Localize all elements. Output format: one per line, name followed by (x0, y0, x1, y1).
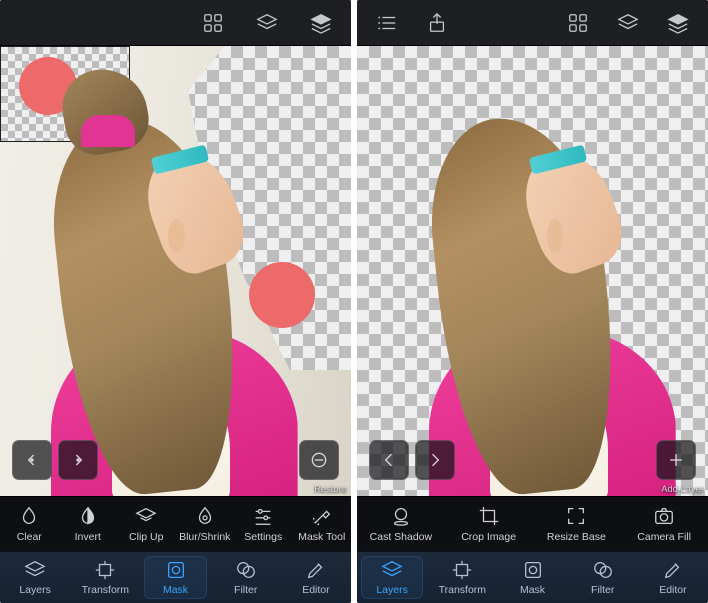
tab-label: Filter (591, 584, 614, 596)
stack-filled-icon[interactable] (309, 11, 333, 35)
stack-outline-icon[interactable] (616, 11, 640, 35)
left-toolrow: Clear Invert Clip Up Blur/Shrink Setting… (0, 496, 351, 551)
photo-subject (406, 91, 687, 496)
right-tabbar: Layers Transform Mask Filter Editor (357, 551, 708, 603)
tab-editor[interactable]: Editor (281, 552, 351, 603)
left-topbar (0, 0, 351, 46)
photo-subject (28, 91, 309, 496)
redo-button[interactable] (58, 440, 98, 480)
tool-label: Clear (17, 531, 42, 543)
tab-label: Mask (163, 584, 188, 596)
tab-editor[interactable]: Editor (638, 552, 708, 603)
tab-layers[interactable]: Layers (357, 552, 427, 603)
tab-layers[interactable]: Layers (0, 552, 70, 603)
tab-filter[interactable]: Filter (568, 552, 638, 603)
tab-filter[interactable]: Filter (211, 552, 281, 603)
tab-mask[interactable]: Mask (497, 552, 567, 603)
tool-clipup[interactable]: Clip Up (117, 497, 176, 551)
left-canvas[interactable]: Restore (0, 46, 351, 496)
tool-label: Clip Up (129, 531, 163, 543)
tool-masktool[interactable]: Mask Tool (293, 497, 352, 551)
left-tabbar: Layers Transform Mask Filter Editor (0, 551, 351, 603)
tab-transform[interactable]: Transform (427, 552, 497, 603)
tab-label: Layers (19, 584, 51, 596)
left-pane: Restore Clear Invert Clip Up Blur/Shrink (0, 0, 351, 603)
tab-label: Editor (302, 584, 329, 596)
tab-label: Editor (659, 584, 686, 596)
tab-label: Transform (439, 584, 486, 596)
tool-label: Settings (244, 531, 282, 543)
tool-cast-shadow[interactable]: Cast Shadow (357, 497, 445, 551)
tool-label: Camera Fill (637, 531, 691, 543)
add-layer-button[interactable] (656, 440, 696, 480)
right-topbar (357, 0, 708, 46)
tool-resize-base[interactable]: Resize Base (533, 497, 621, 551)
stack-outline-icon[interactable] (255, 11, 279, 35)
tab-label: Mask (520, 584, 545, 596)
grid-icon[interactable] (566, 11, 590, 35)
next-layer-button[interactable] (415, 440, 455, 480)
tool-label: Blur/Shrink (179, 531, 230, 543)
right-toolrow: Cast Shadow Crop Image Resize Base Camer… (357, 496, 708, 551)
restore-button[interactable] (299, 440, 339, 480)
tool-blur-shrink[interactable]: Blur/Shrink (176, 497, 235, 551)
tab-label: Filter (234, 584, 257, 596)
tool-camera-fill[interactable]: Camera Fill (620, 497, 708, 551)
tab-mask[interactable]: Mask (140, 552, 210, 603)
tab-label: Layers (376, 584, 408, 596)
right-canvas[interactable]: Add Layer (357, 46, 708, 496)
tool-crop-image[interactable]: Crop Image (445, 497, 533, 551)
list-icon[interactable] (375, 11, 399, 35)
tab-label: Transform (82, 584, 129, 596)
grid-icon[interactable] (201, 11, 225, 35)
tool-clear[interactable]: Clear (0, 497, 59, 551)
prev-layer-button[interactable] (369, 440, 409, 480)
restore-label: Restore (314, 484, 347, 494)
undo-button[interactable] (12, 440, 52, 480)
share-icon[interactable] (425, 11, 449, 35)
tool-label: Resize Base (547, 531, 606, 543)
mask-preview-inset (0, 46, 130, 142)
tool-label: Invert (75, 531, 101, 543)
tab-transform[interactable]: Transform (70, 552, 140, 603)
tool-label: Mask Tool (298, 531, 345, 543)
tool-label: Cast Shadow (370, 531, 432, 543)
tool-settings[interactable]: Settings (234, 497, 293, 551)
right-pane: Add Layer Cast Shadow Crop Image Resize … (357, 0, 708, 603)
stack-filled-icon[interactable] (666, 11, 690, 35)
tool-label: Crop Image (461, 531, 516, 543)
add-layer-label: Add Layer (661, 484, 704, 494)
tool-invert[interactable]: Invert (59, 497, 118, 551)
